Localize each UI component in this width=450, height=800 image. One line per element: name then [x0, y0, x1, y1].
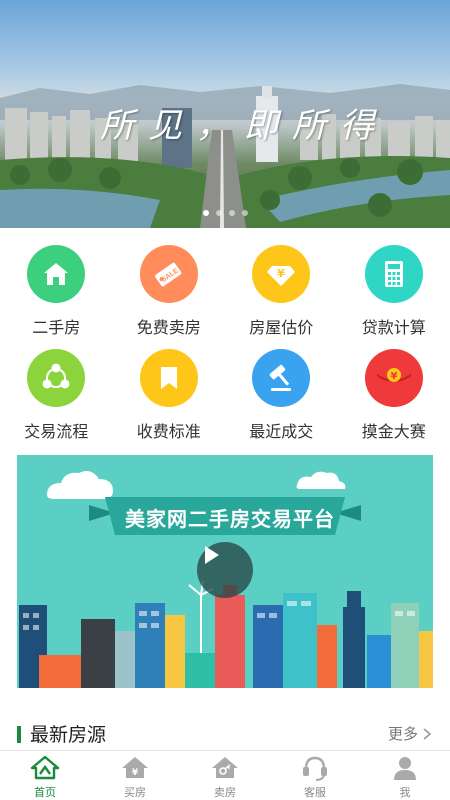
grid-item-fees[interactable]: 收费标准	[113, 349, 226, 453]
function-grid: 二手房 SALE 免费卖房 ¥ 房屋估价 贷款计算 交易流程 收费标准 最近成交…	[0, 245, 450, 453]
more-link[interactable]: 更多	[388, 723, 432, 744]
grid-label: 最近成交	[249, 422, 314, 441]
diamond-yen-icon: ¥	[252, 245, 311, 303]
grid-item-contest[interactable]: ¥ 摸金大赛	[338, 349, 450, 453]
grid-label: 免费卖房	[136, 318, 201, 337]
red-envelope-icon: ¥	[364, 349, 423, 407]
carousel-dot[interactable]	[241, 210, 248, 216]
grid-item-valuation[interactable]: ¥ 房屋估价	[225, 245, 338, 349]
tab-service[interactable]: 客服	[270, 751, 360, 800]
tab-label: 客服	[304, 786, 326, 799]
carousel-dot[interactable]	[202, 210, 209, 216]
video-title: 美家网二手房交易平台	[125, 506, 335, 531]
home-icon	[30, 755, 60, 780]
grid-item-loan-calc[interactable]: 贷款计算	[338, 245, 450, 349]
svg-text:¥: ¥	[132, 768, 139, 778]
carousel-dots	[0, 210, 450, 216]
buy-house-icon: ¥	[122, 757, 148, 778]
headset-icon	[303, 756, 327, 781]
banner-carousel[interactable]: 所见，即所得	[0, 0, 450, 228]
grid-label: 交易流程	[24, 422, 89, 441]
bookmark-icon	[139, 349, 198, 407]
calculator-icon	[364, 245, 423, 303]
grid-item-second-hand[interactable]: 二手房	[0, 245, 113, 349]
user-icon	[394, 757, 416, 780]
grid-label: 摸金大赛	[361, 422, 426, 441]
tab-label: 卖房	[214, 786, 236, 799]
carousel-dot[interactable]	[228, 210, 235, 216]
carousel-dot[interactable]	[215, 210, 222, 216]
svg-text:¥: ¥	[277, 267, 285, 280]
process-icon	[27, 349, 86, 407]
tab-label: 我	[399, 786, 411, 799]
grid-label: 二手房	[32, 318, 81, 337]
grid-item-recent-deals[interactable]: 最近成交	[225, 349, 338, 453]
svg-text:¥: ¥	[390, 371, 397, 382]
bottom-tab-bar: 首页 ¥ 买房 卖房 客服 我	[0, 750, 450, 800]
play-button[interactable]	[197, 542, 253, 598]
grid-label: 收费标准	[136, 422, 201, 441]
chevron-right-icon	[423, 727, 432, 740]
more-label: 更多	[387, 725, 418, 743]
grid-item-free-sell[interactable]: SALE 免费卖房	[113, 245, 226, 349]
grid-item-process[interactable]: 交易流程	[0, 349, 113, 453]
promo-video[interactable]: 美家网二手房交易平台	[17, 455, 433, 688]
grid-label: 贷款计算	[361, 318, 426, 337]
tab-label: 买房	[124, 786, 146, 799]
play-icon	[205, 546, 219, 564]
sale-tag-icon: SALE	[139, 245, 198, 303]
grid-label: 房屋估价	[249, 318, 314, 337]
tab-label: 首页	[34, 786, 56, 799]
section-accent-bar	[17, 726, 21, 743]
home-page: 所见，即所得 二手房 SALE 免费卖房 ¥ 房屋估价 贷款计算 交易流程 收费…	[0, 0, 450, 800]
banner-caption: 所见，即所得	[100, 106, 388, 146]
tab-me[interactable]: 我	[360, 751, 450, 800]
gavel-icon	[252, 349, 311, 407]
tab-home[interactable]: 首页	[0, 751, 90, 800]
section-title: 最新房源	[30, 724, 107, 746]
tab-sell[interactable]: 卖房	[180, 751, 270, 800]
house-icon	[27, 245, 86, 303]
tab-buy[interactable]: ¥ 买房	[90, 751, 180, 800]
latest-listings-header: 最新房源 更多	[0, 716, 450, 750]
sell-house-icon	[212, 757, 238, 778]
